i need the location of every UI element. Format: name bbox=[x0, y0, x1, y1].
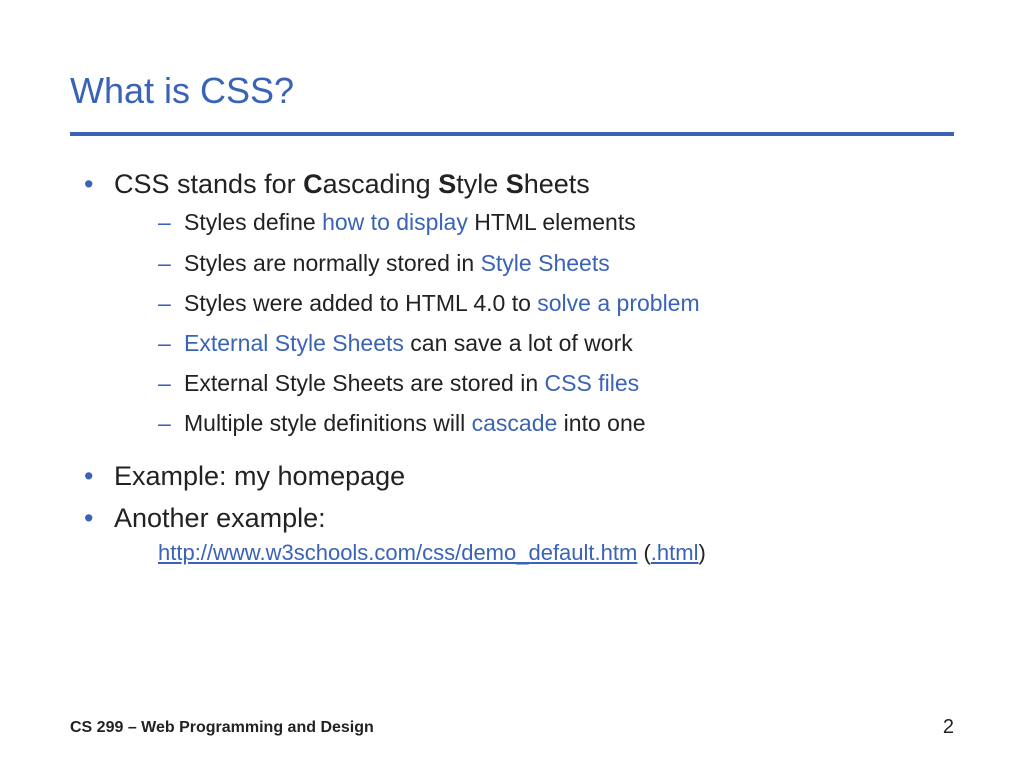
sub4-b: can save a lot of work bbox=[404, 330, 633, 356]
sub-item-6: Multiple style definitions will cascade … bbox=[114, 407, 954, 439]
sub4-a: External Style Sheets bbox=[184, 330, 404, 356]
slide-footer: CS 299 – Web Programming and Design 2 bbox=[70, 716, 954, 739]
bullet-1-s-rest: tyle bbox=[456, 169, 506, 199]
bullet-item-2: Example: my homepage bbox=[70, 458, 954, 494]
bullet-1-bold-s: S bbox=[438, 169, 456, 199]
sub6-c: into one bbox=[557, 410, 645, 436]
sub1-a: Styles define bbox=[184, 209, 322, 235]
footer-page-number: 2 bbox=[943, 716, 954, 739]
sub-item-3: Styles were added to HTML 4.0 to solve a… bbox=[114, 287, 954, 319]
bullet-1-text-pre: CSS stands for bbox=[114, 169, 303, 199]
bullet-1-c-rest: ascading bbox=[323, 169, 439, 199]
slide: What is CSS? CSS stands for Cascading St… bbox=[0, 0, 1024, 767]
sub1-b: how to display bbox=[322, 209, 468, 235]
sub2-a: Styles are normally stored in bbox=[184, 250, 481, 276]
sub-item-4: External Style Sheets can save a lot of … bbox=[114, 327, 954, 359]
bullet-1-bold-sh: S bbox=[506, 169, 524, 199]
bullet-item-3: Another example: http://www.w3schools.co… bbox=[70, 500, 954, 568]
sub-item-2: Styles are normally stored in Style Shee… bbox=[114, 247, 954, 279]
bullet-item-1: CSS stands for Cascading Style Sheets St… bbox=[70, 166, 954, 440]
sub2-b: Style Sheets bbox=[481, 250, 610, 276]
bullet-3-open: ( bbox=[637, 540, 650, 565]
bullet-3-link-line: http://www.w3schools.com/css/demo_defaul… bbox=[114, 538, 954, 568]
sub5-a: External Style Sheets are stored in bbox=[184, 370, 545, 396]
sub-bullet-list: Styles define how to display HTML elemen… bbox=[114, 206, 954, 439]
footer-course: CS 299 – Web Programming and Design bbox=[70, 719, 374, 737]
bullet-1-bold-c: C bbox=[303, 169, 323, 199]
slide-title: What is CSS? bbox=[70, 70, 954, 112]
sub5-b: CSS files bbox=[545, 370, 640, 396]
title-divider bbox=[70, 132, 954, 136]
bullet-3-label: Another example: bbox=[114, 503, 326, 533]
sub-item-5: External Style Sheets are stored in CSS … bbox=[114, 367, 954, 399]
sub-item-1: Styles define how to display HTML elemen… bbox=[114, 206, 954, 238]
bullet-1-sh-rest: heets bbox=[524, 169, 590, 199]
sub3-a: Styles were added to HTML 4.0 to bbox=[184, 290, 537, 316]
example-link[interactable]: http://www.w3schools.com/css/demo_defaul… bbox=[158, 540, 637, 565]
bullet-list: CSS stands for Cascading Style Sheets St… bbox=[70, 166, 954, 568]
sub1-c: HTML elements bbox=[468, 209, 636, 235]
sub6-a: Multiple style definitions will bbox=[184, 410, 472, 436]
bullet-3-close: ) bbox=[698, 540, 705, 565]
example-link-html[interactable]: .html bbox=[651, 540, 699, 565]
sub3-b: solve a problem bbox=[537, 290, 699, 316]
sub6-b: cascade bbox=[472, 410, 558, 436]
